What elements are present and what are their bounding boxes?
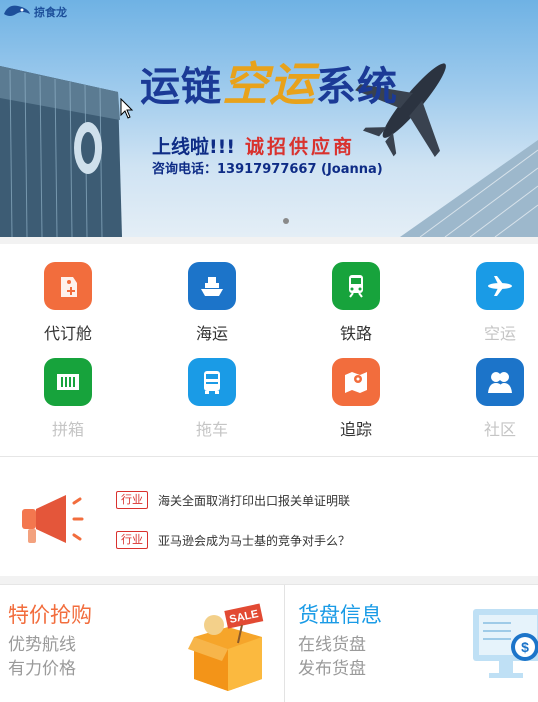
map-track-icon — [332, 358, 380, 406]
promo-line: 在线货盘 — [298, 635, 366, 655]
service-tracking[interactable]: 追踪 — [301, 340, 411, 440]
promo-section: 特价抢购 优势航线 有力价格 SALE 货盘信息 在线货盘 发布货盘 $ — [0, 584, 538, 702]
service-lcl[interactable]: 拼箱 — [13, 340, 123, 440]
banner-carousel[interactable]: 掠食龙 运链空运系统 上线啦!!! 诚招供应商 咨询电话：13917977667 … — [0, 0, 538, 237]
promo-title: 货盘信息 — [298, 603, 382, 627]
carousel-indicator-dot[interactable] — [283, 218, 289, 224]
launch-text: 上线啦!!! — [152, 136, 235, 158]
monitor-dollar-icon: $ — [473, 609, 538, 678]
ship-icon — [188, 262, 236, 310]
app-logo[interactable]: 掠食龙 — [2, 2, 67, 22]
promo-title: 特价抢购 — [8, 603, 92, 627]
service-air[interactable]: 空运 — [445, 244, 538, 344]
banner-title: 运链空运系统 — [140, 57, 398, 111]
airplane-icon — [476, 262, 524, 310]
promo-special-offer[interactable]: 特价抢购 优势航线 有力价格 SALE — [0, 585, 284, 702]
service-label: 拼箱 — [51, 420, 84, 439]
megaphone-icon — [22, 495, 84, 543]
news-title: 亚马逊会成为马士基的竞争对手么？ — [158, 533, 351, 548]
news-title: 海关全面取消打印出口报关单证明联 — [158, 493, 351, 508]
truck-icon — [188, 358, 236, 406]
service-label: 拖车 — [195, 420, 228, 439]
service-booking[interactable]: 代订舱 — [13, 244, 123, 344]
news-tag: 行业 — [116, 531, 148, 549]
service-label: 追踪 — [339, 420, 372, 439]
banner-background — [0, 63, 538, 237]
train-icon — [332, 262, 380, 310]
svg-text:$: $ — [521, 639, 529, 655]
service-rail[interactable]: 铁路 — [301, 244, 411, 344]
sale-box-icon: SALE — [188, 603, 264, 691]
booking-tag-icon — [44, 262, 92, 310]
news-section: 行业 海关全面取消打印出口报关单证明联 行业 亚马逊会成为马士基的竞争对手么？ — [0, 456, 538, 576]
service-sea[interactable]: 海运 — [157, 244, 267, 344]
service-label: 社区 — [483, 420, 516, 439]
logo-text: 掠食龙 — [34, 6, 67, 19]
banner-subtitle: 上线啦!!! 诚招供应商 — [152, 132, 355, 159]
mouse-cursor-icon — [120, 98, 134, 119]
news-item[interactable]: 行业 海关全面取消打印出口报关单证明联 — [116, 491, 350, 509]
container-icon — [44, 358, 92, 406]
banner-phone: 咨询电话：13917977667 (Joanna) — [152, 162, 383, 177]
community-icon — [476, 358, 524, 406]
recruit-text: 诚招供应商 — [245, 136, 356, 158]
promo-cargo-info[interactable]: 货盘信息 在线货盘 发布货盘 $ — [285, 585, 538, 702]
service-community[interactable]: 社区 — [445, 340, 538, 440]
promo-line: 发布货盘 — [298, 659, 366, 679]
dragon-logo-icon — [4, 5, 30, 16]
news-item[interactable]: 行业 亚马逊会成为马士基的竞争对手么？ — [116, 531, 350, 549]
service-truck[interactable]: 拖车 — [157, 340, 267, 440]
service-grid: 代订舱 海运 铁路 空运 拼箱 拖车 追踪 社区 — [0, 244, 538, 456]
promo-line: 优势航线 — [8, 635, 76, 655]
news-tag: 行业 — [116, 491, 148, 509]
promo-line: 有力价格 — [8, 659, 76, 679]
